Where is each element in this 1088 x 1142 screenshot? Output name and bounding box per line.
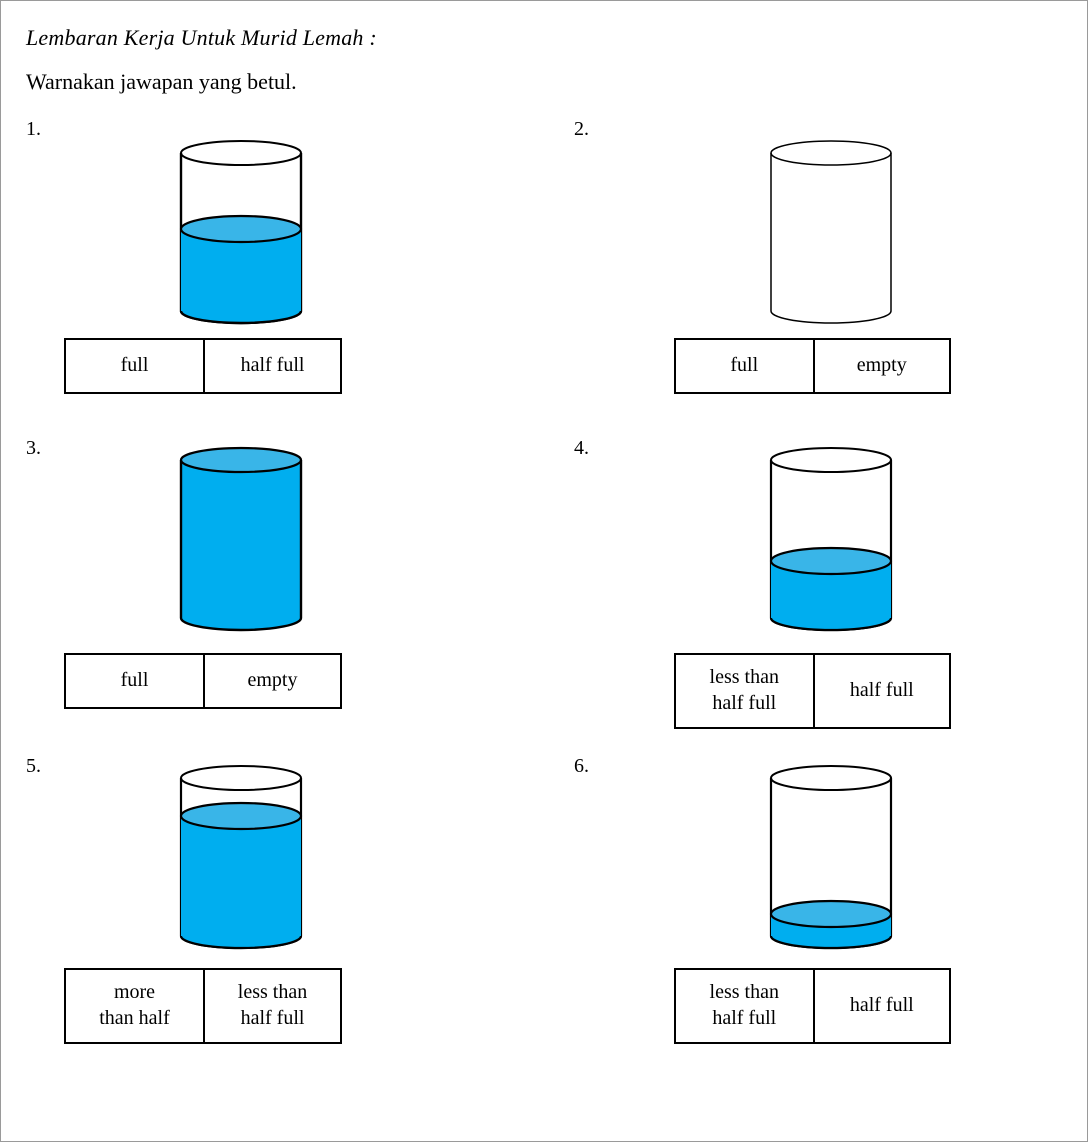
answer-option-5a[interactable]: more than half [66,970,203,1042]
cylinder-6 [769,765,893,950]
liquid-5 [179,801,303,948]
cylinder-1 [179,140,303,325]
answer-option-5b[interactable]: less than half full [203,970,340,1042]
worksheet-page: Lembaran Kerja Untuk Murid Lemah : Warna… [0,0,1088,1142]
answer-option-3a[interactable]: full [66,655,203,707]
answer-box-5: more than half less than half full [64,968,342,1044]
answer-box-6: less than half full half full [674,968,951,1044]
cylinder-3 [179,446,303,632]
item-number-4: 4. [574,437,589,459]
item-number-2: 2. [574,118,589,140]
answer-option-6a[interactable]: less than half full [676,970,813,1042]
answer-option-4b[interactable]: half full [812,655,950,727]
item-number-1: 1. [26,118,41,140]
answer-option-4a[interactable]: less than half full [676,655,813,727]
liquid-4 [769,546,893,630]
answer-box-3: full empty [64,653,342,709]
item-number-5: 5. [26,755,41,777]
answer-option-3b[interactable]: empty [203,655,340,707]
answer-option-1b[interactable]: half full [203,340,340,392]
answer-box-2: full empty [674,338,951,394]
page-title: Lembaran Kerja Untuk Murid Lemah : [26,25,377,50]
item-number-6: 6. [574,755,589,777]
answer-option-2b[interactable]: empty [812,340,950,392]
answer-option-6b[interactable]: half full [812,970,950,1042]
liquid-3 [181,448,301,630]
cylinder-2 [770,140,892,324]
instruction-text: Warnakan jawapan yang betul. [26,69,297,94]
answer-box-4: less than half full half full [674,653,951,729]
liquid-6 [769,899,893,948]
item-number-3: 3. [26,437,41,459]
liquid-1 [179,214,303,323]
cylinder-5 [179,765,303,950]
answer-option-2a[interactable]: full [676,340,813,392]
cylinder-4 [769,447,893,632]
answer-option-1a[interactable]: full [66,340,203,392]
answer-box-1: full half full [64,338,342,394]
